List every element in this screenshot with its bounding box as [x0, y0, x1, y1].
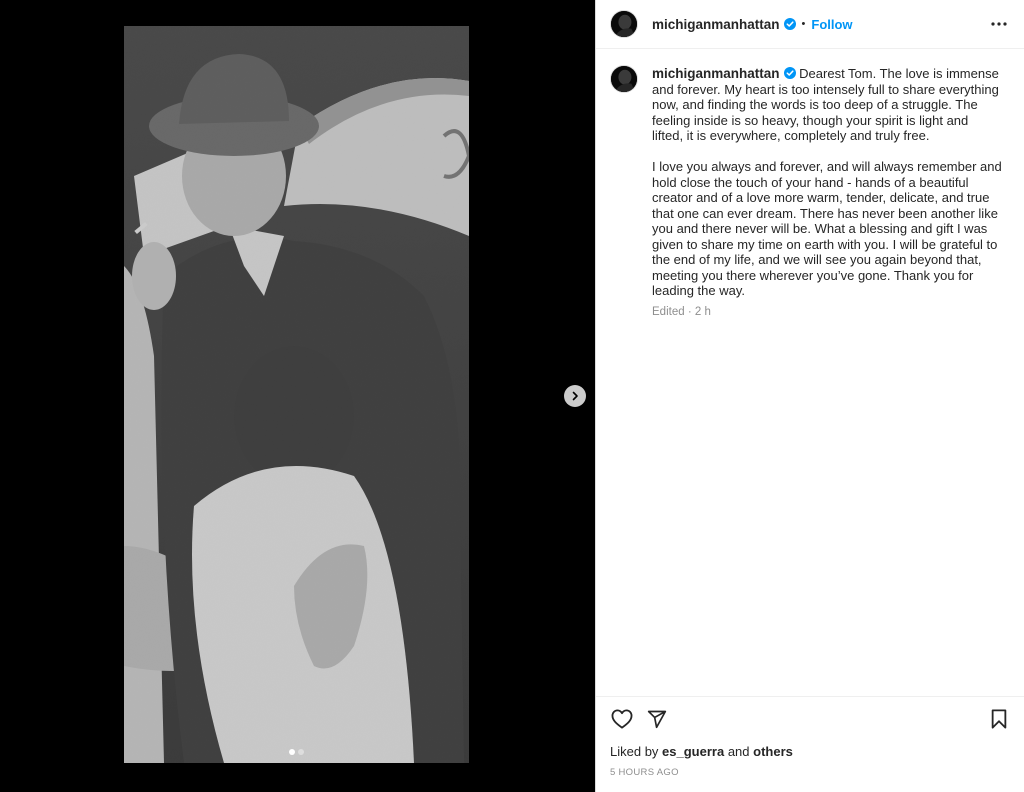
profile-photo-icon	[611, 66, 637, 92]
carousel-dot	[298, 749, 304, 755]
post-header: michiganmanhattan • Follow	[596, 0, 1024, 49]
caption-body: michiganmanhattan Dearest Tom. The love …	[652, 66, 1002, 320]
caption-avatar[interactable]	[610, 65, 638, 93]
liked-by-user[interactable]: es_guerra	[662, 744, 724, 759]
verified-badge-icon	[783, 18, 796, 30]
send-icon	[647, 710, 667, 729]
verified-badge-icon	[783, 67, 796, 79]
meta-separator: ·	[687, 305, 692, 318]
caption-meta: Edited · 2 h	[652, 305, 1002, 321]
avatar[interactable]	[610, 10, 638, 38]
heart-icon	[611, 709, 633, 729]
more-options-button[interactable]	[988, 14, 1010, 34]
caption-paragraph-1: michiganmanhattan Dearest Tom. The love …	[652, 66, 1002, 144]
share-button[interactable]	[645, 707, 669, 731]
liked-by-others[interactable]: others	[753, 744, 793, 759]
edited-label: Edited	[652, 305, 685, 318]
chevron-right-icon	[572, 391, 578, 401]
caption-username[interactable]: michiganmanhattan	[652, 66, 780, 81]
post-side-panel: michiganmanhattan • Follow michiganmanha…	[595, 0, 1024, 792]
post-timestamp[interactable]: 5 HOURS AGO	[610, 767, 1011, 778]
post-photo[interactable]	[124, 26, 469, 763]
media-pane	[0, 0, 595, 792]
carousel-indicator	[124, 749, 469, 755]
header-separator: •	[801, 18, 806, 30]
post-actions: Liked by es_guerra and others 5 HOURS AG…	[596, 696, 1024, 792]
relative-time[interactable]: 2 h	[695, 306, 711, 318]
header-username[interactable]: michiganmanhattan	[652, 17, 780, 32]
likes-summary: Liked by es_guerra and others	[610, 744, 1011, 759]
post-photo-image	[124, 26, 469, 763]
save-button[interactable]	[987, 707, 1011, 731]
action-icons	[610, 707, 1011, 731]
liked-by-and: and	[727, 744, 750, 759]
caption-paragraph-2: I love you always and forever, and will …	[652, 159, 1006, 298]
carousel-dot-active	[289, 749, 295, 755]
like-button[interactable]	[610, 707, 634, 731]
caption: michiganmanhattan Dearest Tom. The love …	[610, 65, 1011, 320]
follow-button[interactable]: Follow	[811, 17, 852, 32]
next-photo-button[interactable]	[564, 385, 586, 407]
liked-by-prefix: Liked by	[610, 744, 659, 759]
bookmark-icon	[991, 709, 1007, 729]
profile-photo-icon	[611, 11, 637, 37]
comments-area[interactable]: michiganmanhattan Dearest Tom. The love …	[596, 50, 1024, 696]
more-options-icon	[991, 22, 1007, 26]
